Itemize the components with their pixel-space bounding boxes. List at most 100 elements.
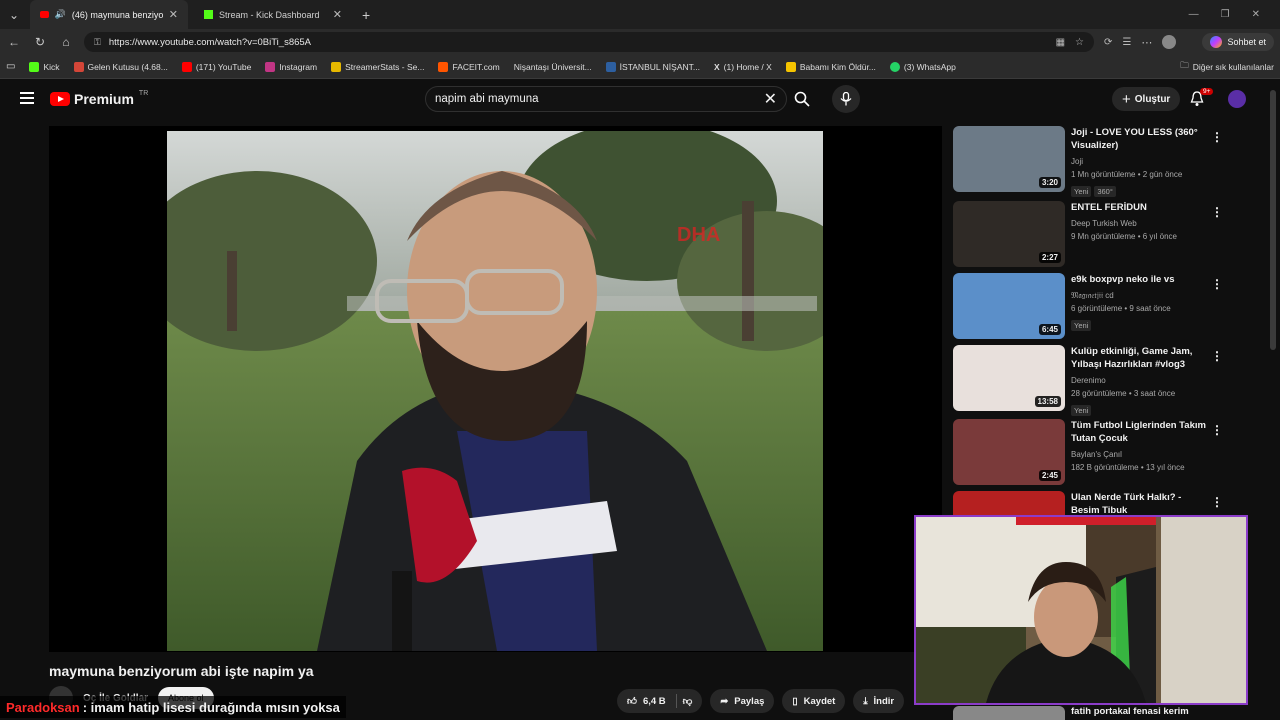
tab-close-icon[interactable]: ✕ (169, 8, 178, 21)
recommendation-channel[interactable]: Baylan's Çanıl (1071, 448, 1207, 461)
bookmark-gmail[interactable]: Gelen Kutusu (4.68... (73, 61, 168, 72)
bookmark-youtube[interactable]: (171) YouTube (181, 61, 251, 72)
bookmark-other-folder[interactable]: 🗀 Diğer sık kullanılanlar (1180, 60, 1274, 74)
favorite-star-icon[interactable]: ☆ (1075, 37, 1084, 48)
site-info-icon[interactable]: ⚿ (94, 37, 101, 48)
url-field[interactable]: ⚿ https://www.youtube.com/watch?v=0BiTi_… (84, 32, 1094, 52)
logo-text: Premium (74, 91, 134, 107)
speaker-icon: 🔊 (54, 9, 66, 19)
recommendation-title[interactable]: Joji - LOVE YOU LESS (360° Visualizer) (1071, 126, 1207, 152)
reading-list-icon[interactable]: ▭ (6, 61, 15, 72)
recommendation-thumbnail[interactable]: 2:27 (953, 201, 1065, 267)
recommendation-badge: Yeni (1071, 320, 1092, 331)
recommendation-channel[interactable]: Derenimo (1071, 374, 1207, 387)
more-options-icon[interactable]: ⋮ (1211, 205, 1223, 219)
recommendation-info: e9k boxpvp neko ile vs 𝔐𝔞𝔤𝔪𝔢𝔱𝔧𝔦𝔦 cd 6 görü… (1071, 273, 1207, 339)
bookmark-faceit[interactable]: FACEIT.com (438, 61, 500, 72)
create-button[interactable]: + Oluştur (1112, 87, 1181, 111)
account-avatar[interactable] (1228, 90, 1246, 108)
microphone-icon (840, 92, 852, 106)
recommendation-thumbnail[interactable]: 6:45 (953, 273, 1065, 339)
recommendation-item[interactable]: 2:27 ENTEL FERİDUN Deep Turkish Web 9 Mn gö… (953, 201, 1223, 267)
video-player[interactable]: DHA (49, 126, 942, 652)
save-button[interactable]: ▯ Kaydet (782, 689, 846, 713)
extensions-icon[interactable]: ⟳ (1104, 37, 1112, 48)
rec-bottom[interactable]: fatih portakal fenasi kerim (953, 706, 1189, 720)
bookmark-kick[interactable]: Kick (29, 61, 60, 72)
youtube-play-icon (50, 92, 70, 106)
video-duration: 2:45 (1038, 470, 1061, 481)
more-options-icon[interactable]: ⋮ (1211, 277, 1223, 291)
share-button[interactable]: ➦ Paylaş (710, 689, 775, 713)
recommendation-title[interactable]: ENTEL FERİDUN (1071, 201, 1207, 214)
bookmark-istanbul-nisantasi[interactable]: İSTANBUL NİŞANT... (605, 61, 700, 72)
tab-youtube[interactable]: 🔊 (46) maymuna benziyorum ab ✕ (30, 0, 188, 29)
x-icon: X (713, 61, 720, 72)
tab-kick-dashboard[interactable]: Stream - Kick Dashboard ✕ (194, 0, 352, 29)
recommendation-title[interactable]: Kulüp etkinliği, Game Jam, Yılbaşı Hazır… (1071, 345, 1207, 371)
search-query: napim abi maymuna (435, 93, 539, 105)
like-button[interactable]: 👍︎ 6,4 B 👎︎ (617, 689, 703, 713)
minimize-icon[interactable]: — (1189, 9, 1199, 20)
window-controls: — ❐ ✕ (1189, 9, 1280, 20)
clear-search-icon[interactable]: ✕ (764, 89, 777, 109)
youtube-header: Premium TR napim abi maymuna ✕ + Oluştur… (0, 80, 1280, 118)
more-options-icon[interactable]: ⋮ (1211, 349, 1223, 363)
restore-icon[interactable]: ❐ (1221, 9, 1230, 20)
recommendation-item[interactable]: 2:45 Tüm Futbol Liglerinden Takım Tutan Ç… (953, 419, 1223, 485)
video-title: maymuna benziyorum abi işte napim ya (49, 663, 314, 679)
reload-icon[interactable]: ↻ (32, 35, 48, 49)
bookmark-instagram[interactable]: Instagram (265, 61, 317, 72)
bookmark-babami[interactable]: Babamı Kim Öldür... (785, 61, 876, 72)
recommendation-item[interactable]: 13:58 Kulüp etkinliği, Game Jam, Yılbaşı … (953, 345, 1223, 418)
recommendation-channel[interactable]: Deep Turkish Web (1071, 217, 1207, 230)
tv-icon (785, 61, 796, 72)
recommendation-title[interactable]: Ulan Nerde Türk Halkı? -Besim Tibuk (1071, 491, 1207, 517)
home-icon[interactable]: ⌂ (58, 35, 74, 49)
recommendation-meta: 9 Mn görüntüleme • 6 yıl önce (1071, 232, 1177, 241)
collections-icon[interactable]: ☰ (1122, 37, 1131, 48)
search-input[interactable]: napim abi maymuna ✕ (425, 86, 787, 112)
apps-icon[interactable]: ▦ (1056, 37, 1065, 48)
thumbs-down-icon[interactable]: 👎︎ (683, 695, 693, 707)
recommendation-channel[interactable]: 𝔐𝔞𝔤𝔪𝔢𝔱𝔧𝔦𝔦 cd (1071, 289, 1207, 302)
more-options-icon[interactable]: ⋮ (1211, 423, 1223, 437)
more-options-icon[interactable]: ⋮ (1211, 495, 1223, 509)
recommendation-item[interactable]: 3:20 Joji - LOVE YOU LESS (360° Visualize… (953, 126, 1223, 199)
recommendation-channel[interactable]: Joji (1071, 155, 1207, 168)
bookmark-whatsapp[interactable]: (3) WhatsApp (889, 61, 956, 72)
tab-list-chevron-icon[interactable]: ⌄ (6, 8, 22, 22)
bookmark-x[interactable]: X (1) Home / X (714, 62, 772, 72)
back-icon[interactable]: ← (6, 35, 22, 49)
voice-search-button[interactable] (832, 85, 860, 113)
more-options-icon[interactable]: ⋮ (1211, 130, 1223, 144)
more-icon[interactable]: ⋯ (1141, 36, 1152, 49)
recommendation-item[interactable]: 6:45 e9k boxpvp neko ile vs 𝔐𝔞𝔤𝔪𝔢𝔱𝔧𝔦𝔦 cd 6 … (953, 273, 1223, 339)
search-button[interactable] (787, 86, 817, 112)
youtube-logo[interactable]: Premium TR (50, 89, 149, 107)
browser-tabbar: ⌄ 🔊 (46) maymuna benziyorum ab ✕ Stream … (0, 0, 1280, 29)
tab-label: Stream - Kick Dashboard (219, 9, 320, 20)
youtube-icon (181, 61, 192, 72)
copilot-button[interactable]: Sohbet et (1202, 33, 1274, 51)
recommendation-thumbnail[interactable]: 3:20 (953, 126, 1065, 192)
url-text: https://www.youtube.com/watch?v=0BiTi_s8… (108, 36, 312, 48)
download-button[interactable]: ⤓ İndir (853, 689, 905, 713)
close-window-icon[interactable]: ✕ (1252, 9, 1260, 20)
recommendation-thumbnail[interactable]: 13:58 (953, 345, 1065, 411)
menu-icon[interactable] (20, 92, 34, 107)
recommendation-title[interactable]: Tüm Futbol Liglerinden Takım Tutan Çocuk (1071, 419, 1207, 445)
recommendation-thumbnail[interactable]: 2:45 (953, 419, 1065, 485)
profile-icon[interactable] (1162, 35, 1177, 49)
bookmark-nisantasi[interactable]: Nişantaşı Üniversit... (514, 62, 592, 72)
scrollbar[interactable] (1270, 90, 1276, 350)
recommendation-title[interactable]: e9k boxpvp neko ile vs (1071, 273, 1207, 286)
bookmark-streamerstats[interactable]: StreamerStats - Se... (331, 61, 424, 72)
streamer-webcam (914, 515, 1248, 705)
video-scene: DHA (167, 131, 823, 651)
tab-close-icon[interactable]: ✕ (333, 8, 342, 21)
video-frame[interactable]: DHA (167, 131, 823, 651)
like-count: 6,4 B (642, 695, 666, 707)
new-tab-icon[interactable]: + (362, 7, 370, 23)
region-code: TR (138, 89, 149, 97)
